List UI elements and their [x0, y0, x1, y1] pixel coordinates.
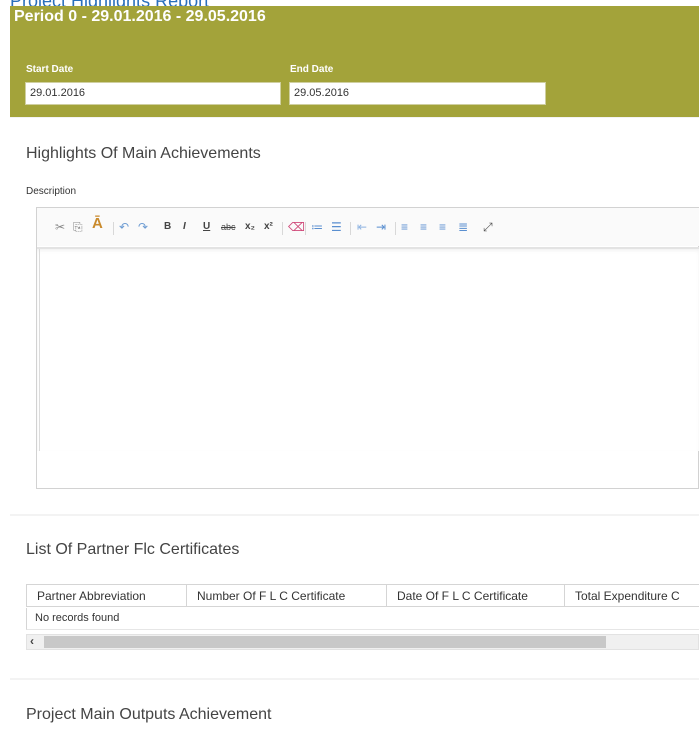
- undo-icon[interactable]: ↶: [119, 221, 129, 233]
- underline-icon[interactable]: U: [203, 221, 210, 233]
- bold-icon[interactable]: B: [164, 221, 171, 233]
- maximize-icon[interactable]: ⤢: [483, 221, 493, 233]
- toolbar-separator: [282, 222, 283, 235]
- column-total-expenditure[interactable]: Total Expenditure C: [564, 585, 699, 607]
- editor-content-area[interactable]: [37, 247, 699, 451]
- scrollbar-thumb[interactable]: [44, 636, 606, 648]
- toolbar-separator: [350, 222, 351, 235]
- align-center-icon[interactable]: ≡: [420, 221, 427, 233]
- copy-icon[interactable]: ⎘: [73, 221, 83, 233]
- end-date-input[interactable]: 29.05.2016: [289, 82, 546, 105]
- highlights-title: Highlights Of Main Achievements: [26, 145, 261, 162]
- numbered-list-icon[interactable]: ≔: [311, 221, 323, 233]
- paste-text-icon[interactable]: Ā: [92, 216, 103, 231]
- outdent-icon[interactable]: ⇤: [357, 221, 367, 233]
- column-partner-abbreviation[interactable]: Partner Abbreviation: [26, 585, 187, 607]
- indent-icon[interactable]: ⇥: [376, 221, 386, 233]
- end-date-label: End Date: [290, 64, 334, 75]
- toolbar-separator: [113, 222, 114, 235]
- empty-table-message: No records found: [26, 608, 699, 630]
- justify-icon[interactable]: ≣: [458, 221, 468, 233]
- scroll-left-icon[interactable]: ‹: [30, 634, 34, 648]
- cut-icon[interactable]: ✂: [55, 221, 65, 233]
- toolbar-separator: [395, 222, 396, 235]
- start-date-input[interactable]: 29.01.2016: [25, 82, 281, 105]
- bulleted-list-icon[interactable]: ☰: [331, 221, 342, 233]
- editor-toolbar: ✂ ⎘ Ā ↶ ↷ B I U abc x₂ x² ⌫ ≔ ☰ ⇤ ⇥ ≡ ≡ …: [37, 208, 699, 246]
- outputs-title: Project Main Outputs Achievement: [26, 706, 272, 723]
- align-left-icon[interactable]: ≡: [401, 221, 408, 233]
- certificates-table-header: Partner Abbreviation Number Of F L C Cer…: [26, 584, 699, 607]
- description-label: Description: [26, 186, 77, 197]
- column-number-flc-certificate[interactable]: Number Of F L C Certificate: [186, 585, 387, 607]
- strikethrough-icon[interactable]: abc: [221, 221, 236, 233]
- redo-icon[interactable]: ↷: [138, 221, 148, 233]
- toolbar-separator: [305, 222, 306, 235]
- remove-format-icon[interactable]: ⌫: [288, 221, 305, 233]
- period-title: Period 0 - 29.01.2016 - 29.05.2016: [14, 8, 266, 25]
- align-right-icon[interactable]: ≡: [439, 221, 446, 233]
- column-date-flc-certificate[interactable]: Date Of F L C Certificate: [386, 585, 565, 607]
- superscript-icon[interactable]: x²: [264, 221, 273, 233]
- certificates-title: List Of Partner Flc Certificates: [26, 541, 240, 558]
- italic-icon[interactable]: I: [183, 221, 186, 233]
- start-date-label: Start Date: [26, 64, 74, 75]
- subscript-icon[interactable]: x₂: [245, 221, 255, 233]
- editor-left-border: [39, 249, 40, 451]
